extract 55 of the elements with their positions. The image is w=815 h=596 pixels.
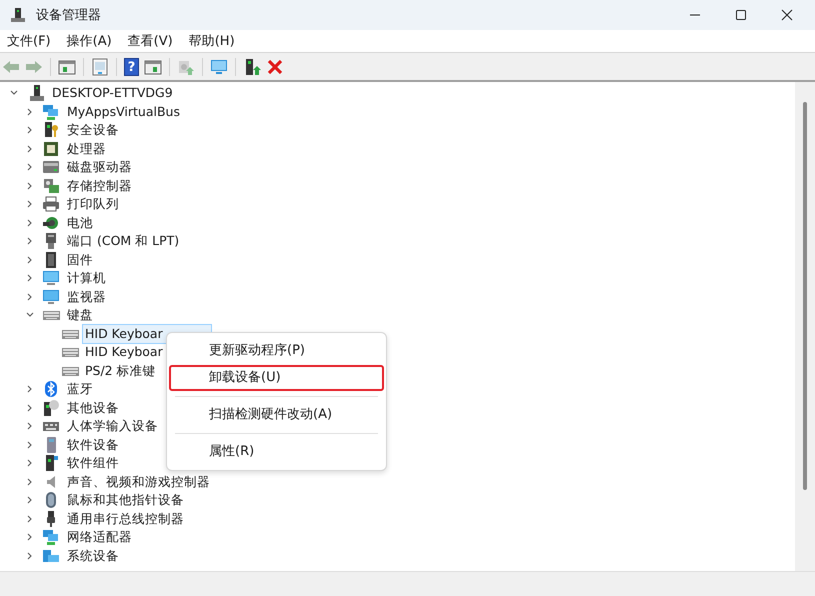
context-menu-item[interactable]: 扫描检测硬件改动(A) bbox=[169, 402, 384, 428]
tree-item[interactable]: 系统设备 bbox=[65, 546, 121, 565]
properties-icon[interactable] bbox=[91, 58, 109, 76]
tree-item[interactable]: MyAppsVirtualBus bbox=[65, 102, 182, 121]
network-icon bbox=[42, 528, 60, 546]
menu-item[interactable]: 查看(V) bbox=[128, 32, 173, 50]
tree-item[interactable]: 监视器 bbox=[65, 288, 108, 306]
computer-icon bbox=[42, 269, 60, 288]
tree-item[interactable]: 磁盘驱动器 bbox=[65, 158, 134, 176]
tree-item[interactable]: 端口 (COM 和 LPT) bbox=[65, 232, 182, 250]
tree-item[interactable]: 安全设备 bbox=[65, 121, 121, 140]
bluetooth-icon bbox=[42, 380, 60, 398]
tree-item[interactable]: 其他设备 bbox=[65, 398, 121, 417]
tree-item[interactable]: 软件组件 bbox=[65, 454, 121, 472]
tree-item[interactable]: 声音、视频和游戏控制器 bbox=[65, 472, 212, 491]
console-tree-icon[interactable] bbox=[58, 58, 76, 76]
tree-item[interactable]: 打印队列 bbox=[65, 195, 121, 214]
tree-item[interactable]: 处理器 bbox=[65, 140, 108, 158]
context-menu-item[interactable]: 属性(R) bbox=[169, 439, 384, 465]
maximize-icon[interactable] bbox=[735, 9, 747, 21]
tree-item[interactable]: 存储控制器 bbox=[65, 176, 134, 195]
network-icon bbox=[42, 102, 60, 121]
tree-item[interactable]: 固件 bbox=[65, 250, 95, 269]
tree-item[interactable]: 键盘 bbox=[65, 306, 95, 324]
tree-item[interactable]: 计算机 bbox=[65, 269, 108, 288]
tree-item[interactable]: 蓝牙 bbox=[65, 380, 95, 398]
monitor-icon[interactable] bbox=[210, 58, 228, 76]
tree-item[interactable]: PS/2 标准键 bbox=[83, 362, 158, 380]
uninstall-x-icon[interactable] bbox=[266, 58, 284, 76]
enable-device-icon[interactable] bbox=[243, 58, 261, 76]
security-device-icon bbox=[42, 121, 60, 140]
tree-item[interactable]: 电池 bbox=[65, 214, 95, 232]
menu-item[interactable]: 文件(F) bbox=[7, 32, 51, 50]
menu-item[interactable]: 操作(A) bbox=[66, 32, 112, 50]
tree-item[interactable]: HID Keyboar bbox=[83, 343, 165, 362]
menu-item[interactable]: 帮助(H) bbox=[188, 32, 235, 50]
unknown-device-icon bbox=[42, 398, 60, 417]
context-menu-item[interactable]: 卸载设备(U) bbox=[169, 365, 384, 391]
computer-icon bbox=[28, 84, 46, 102]
close-icon[interactable] bbox=[781, 9, 793, 21]
tree-item[interactable]: 人体学输入设备 bbox=[65, 417, 160, 436]
tree-item[interactable]: 软件设备 bbox=[65, 436, 121, 454]
tree-item[interactable]: DESKTOP-ETTVDG9 bbox=[50, 84, 175, 102]
tree-item[interactable]: 网络适配器 bbox=[65, 528, 134, 546]
action-pane-icon[interactable] bbox=[144, 58, 162, 76]
tree-item[interactable]: 鼠标和其他指针设备 bbox=[65, 491, 186, 510]
device-manager-icon bbox=[10, 7, 26, 23]
printer-icon bbox=[42, 195, 60, 214]
storage-controller-icon bbox=[42, 176, 60, 195]
window-title: 设备管理器 bbox=[36, 7, 101, 24]
monitor-icon bbox=[42, 288, 60, 306]
help-button[interactable]: ? bbox=[124, 58, 139, 76]
processor-icon bbox=[42, 140, 60, 158]
tree-item[interactable]: 通用串行总线控制器 bbox=[65, 510, 186, 528]
scrollbar-thumb[interactable] bbox=[803, 102, 807, 490]
